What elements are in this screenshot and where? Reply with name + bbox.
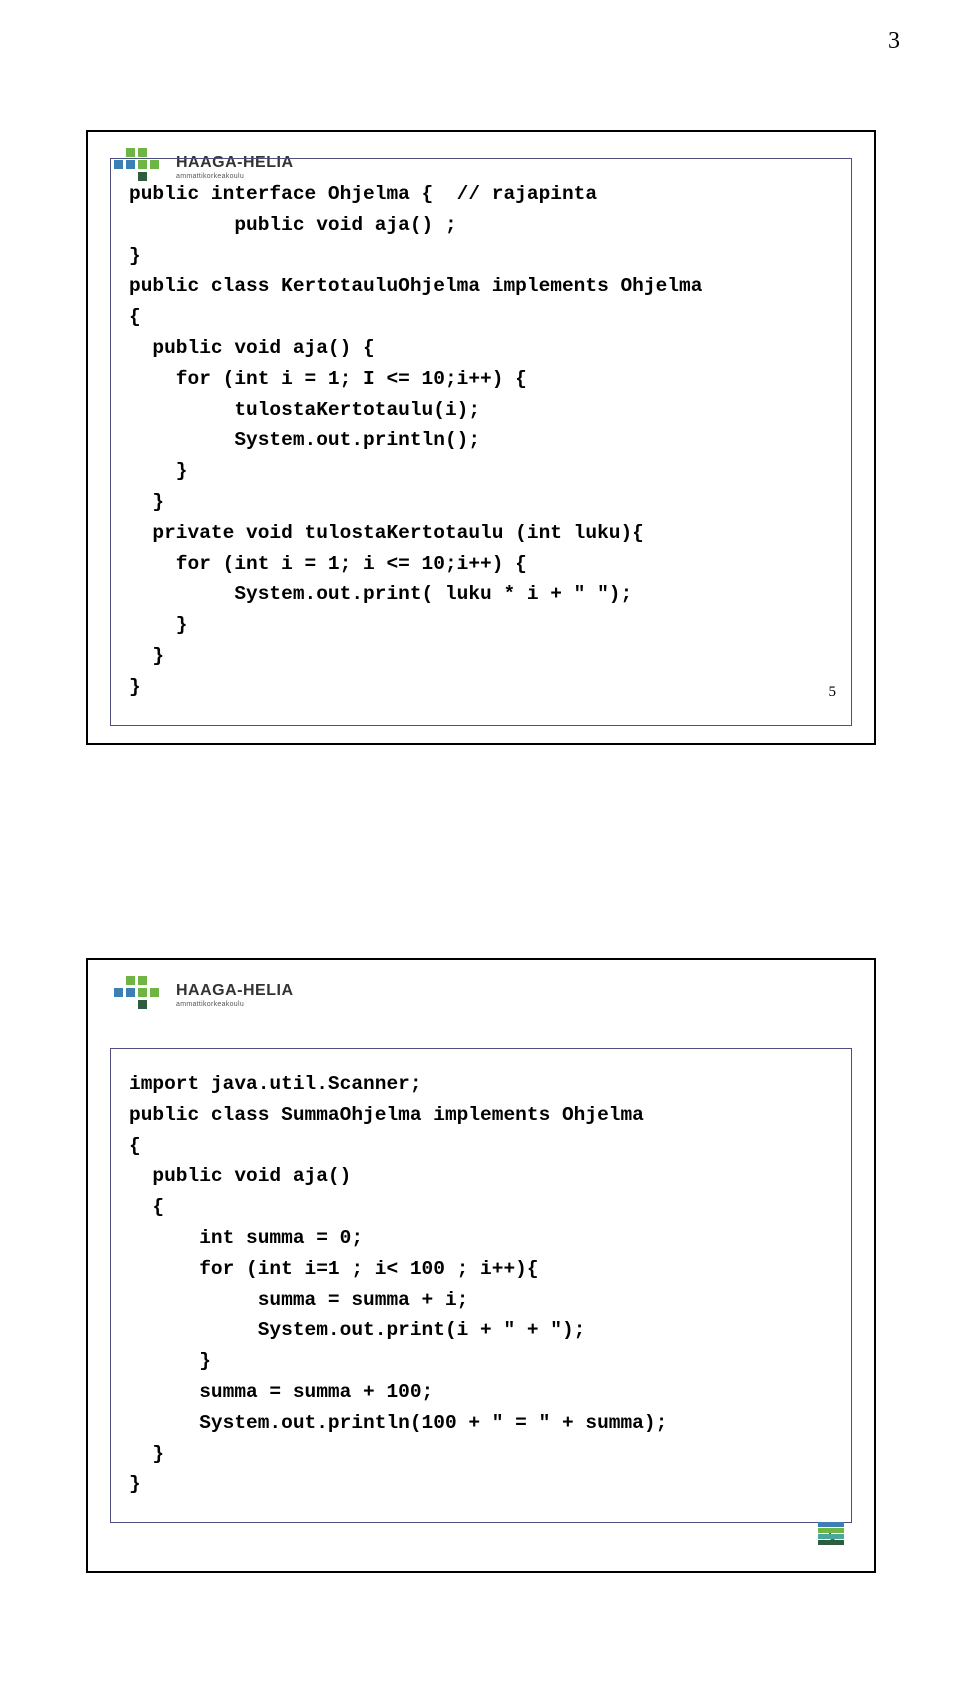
- corner-bars-icon: [818, 1522, 844, 1545]
- page-number: 3: [888, 28, 900, 55]
- logo-graphic-icon: [114, 974, 168, 1016]
- slide-1: HAAGA-HELIA ammattikorkeakoulu public in…: [86, 130, 876, 745]
- slide-2: HAAGA-HELIA ammattikorkeakoulu import ja…: [86, 958, 876, 1573]
- code-block-1: public interface Ohjelma { // rajapinta …: [110, 158, 852, 726]
- logo-name: HAAGA-HELIA: [176, 983, 294, 999]
- haaga-helia-logo: HAAGA-HELIA ammattikorkeakoulu: [114, 974, 294, 1016]
- code-block-2: import java.util.Scanner; public class S…: [110, 1048, 852, 1523]
- slide-number-1: 5: [829, 684, 837, 701]
- logo-subtitle: ammattikorkeakoulu: [176, 1001, 294, 1008]
